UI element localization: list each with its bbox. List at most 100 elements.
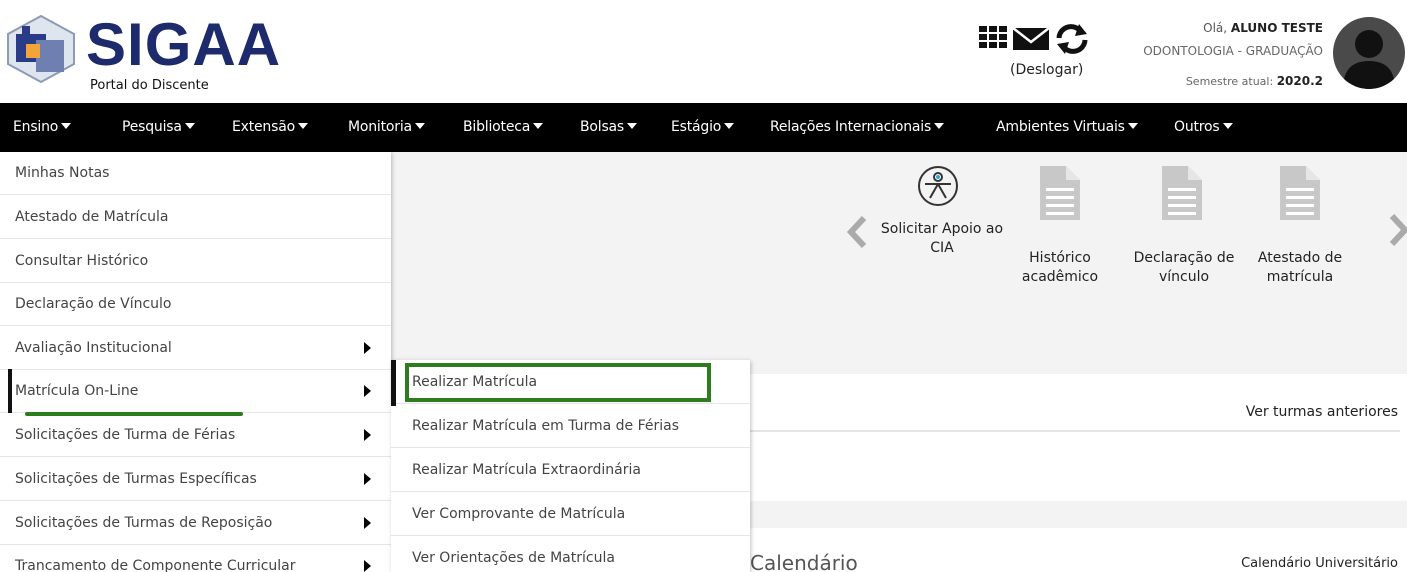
nav-ensino[interactable]: Ensino — [13, 103, 72, 152]
caret-down-icon — [533, 123, 544, 129]
menu-item-label: Solicitações de Turma de Férias — [15, 427, 236, 443]
caret-down-icon — [1222, 123, 1233, 129]
submenu-arrow-icon — [364, 560, 371, 572]
submenu-arrow-icon — [364, 473, 371, 485]
submenu-arrow-icon — [364, 342, 371, 354]
submenu-item-label: Ver Comprovante de Matrícula — [412, 506, 626, 522]
menu-item-consultar-historico[interactable]: Consultar Histórico — [0, 240, 391, 283]
nav-label: Relações Internacionais — [770, 119, 932, 135]
menu-item-turmas-reposicao[interactable]: Solicitações de Turmas de Reposição — [0, 502, 391, 545]
active-indicator — [391, 360, 396, 406]
user-silhouette-icon — [1343, 30, 1395, 89]
caret-down-icon — [297, 123, 308, 129]
annotation-underline — [25, 412, 243, 416]
nav-estagio[interactable]: Estágio — [671, 103, 735, 152]
submenu-item-label: Realizar Matrícula em Turma de Férias — [412, 418, 680, 434]
menu-item-label: Solicitações de Turmas de Reposição — [15, 515, 273, 531]
top-nav: Ensino Pesquisa Extensão Monitoria Bibli… — [0, 103, 1407, 152]
header-icons — [979, 24, 1088, 54]
nav-biblioteca[interactable]: Biblioteca — [463, 103, 544, 152]
divider — [750, 430, 1400, 432]
nav-label: Ambientes Virtuais — [996, 119, 1125, 135]
nav-pesquisa[interactable]: Pesquisa — [122, 103, 195, 152]
submenu-item-label: Ver Orientações de Matrícula — [412, 550, 615, 566]
nav-ambientes-virtuais[interactable]: Ambientes Virtuais — [996, 103, 1138, 152]
user-greeting: Olá, ALUNO TESTE — [1203, 21, 1323, 35]
menu-item-label: Avaliação Institucional — [15, 340, 172, 356]
menu-item-turmas-especificas[interactable]: Solicitações de Turmas Específicas — [0, 458, 391, 501]
logo-subtitle: Portal do Discente — [90, 78, 209, 93]
semester-value: 2020.2 — [1276, 74, 1323, 88]
chevron-right-icon[interactable] — [1388, 212, 1407, 248]
menu-item-label: Atestado de Matrícula — [15, 209, 169, 225]
avatar[interactable] — [1333, 17, 1405, 89]
app-root: SIGAA Portal do Discente (Deslogar) Olá,… — [0, 0, 1407, 572]
menu-item-trancamento[interactable]: Trancamento de Componente Curricular — [0, 545, 391, 572]
submenu-matricula-turma-ferias[interactable]: Realizar Matrícula em Turma de Férias — [391, 404, 750, 448]
quick-atestado-matricula[interactable]: Atestado de matrícula — [1250, 249, 1350, 287]
caret-down-icon — [724, 123, 735, 129]
nav-label: Ensino — [13, 119, 59, 135]
caret-down-icon — [61, 123, 72, 129]
menu-item-label: Declaração de Vínculo — [15, 296, 172, 312]
submenu-arrow-icon — [364, 517, 371, 529]
header: SIGAA Portal do Discente (Deslogar) Olá,… — [0, 0, 1407, 103]
caret-down-icon — [414, 123, 425, 129]
calendario-universitario-link[interactable]: Calendário Universitário — [1241, 556, 1398, 571]
submenu-arrow-icon — [364, 429, 371, 441]
grid-icon[interactable] — [979, 26, 1007, 48]
menu-item-label: Minhas Notas — [15, 165, 110, 181]
ver-turmas-anteriores-link[interactable]: Ver turmas anteriores — [1246, 404, 1398, 420]
nav-monitoria[interactable]: Monitoria — [348, 103, 425, 152]
menu-item-minhas-notas[interactable]: Minhas Notas — [0, 152, 391, 195]
menu-item-label: Consultar Histórico — [15, 253, 149, 269]
menu-item-turma-ferias[interactable]: Solicitações de Turma de Férias — [0, 414, 391, 457]
submenu-item-label: Realizar Matrícula Extraordinária — [412, 462, 641, 478]
nav-bolsas[interactable]: Bolsas — [580, 103, 638, 152]
caret-down-icon — [627, 123, 638, 129]
nav-label: Pesquisa — [122, 119, 182, 135]
sigaa-logo-icon — [7, 14, 75, 84]
submenu-arrow-icon — [364, 385, 371, 397]
user-course: ODONTOLOGIA - GRADUAÇÃO — [1143, 44, 1323, 58]
nav-label: Extensão — [232, 119, 295, 135]
nav-extensao[interactable]: Extensão — [232, 103, 308, 152]
quick-solicitar-apoio[interactable]: Solicitar Apoio ao CIA — [880, 220, 1004, 258]
caret-down-icon — [184, 123, 195, 129]
logo-title: SIGAA — [86, 11, 282, 78]
document-icon — [1162, 166, 1202, 220]
nav-label: Biblioteca — [463, 119, 531, 135]
chevron-left-icon[interactable] — [846, 214, 868, 250]
user-name: ALUNO TESTE — [1230, 21, 1323, 35]
caret-down-icon — [1127, 123, 1138, 129]
submenu-matricula-extraordinaria[interactable]: Realizar Matrícula Extraordinária — [391, 448, 750, 492]
logout-link[interactable]: (Deslogar) — [1010, 62, 1083, 78]
active-indicator — [8, 369, 12, 413]
nav-outros[interactable]: Outros — [1174, 103, 1233, 152]
menu-item-avaliacao-institucional[interactable]: Avaliação Institucional — [0, 327, 391, 370]
nav-label: Bolsas — [580, 119, 625, 135]
annotation-highlight-box — [405, 363, 711, 402]
menu-item-label: Trancamento de Componente Curricular — [15, 558, 296, 572]
menu-item-declaracao-vinculo[interactable]: Declaração de Vínculo — [0, 283, 391, 326]
document-icon — [1040, 166, 1080, 220]
quick-historico-academico[interactable]: Histórico acadêmico — [1010, 249, 1110, 287]
semester-prefix: Semestre atual: — [1185, 75, 1277, 88]
greeting-prefix: Olá, — [1203, 21, 1231, 35]
menu-item-atestado-matricula[interactable]: Atestado de Matrícula — [0, 196, 391, 239]
quick-declaracao-vinculo[interactable]: Declaração de vínculo — [1126, 249, 1242, 287]
mail-icon[interactable] — [1012, 27, 1050, 50]
menu-item-label: Solicitações de Turmas Específicas — [15, 471, 257, 487]
nav-relacoes-internacionais[interactable]: Relações Internacionais — [770, 103, 945, 152]
turmas-panel — [750, 374, 1407, 501]
nav-label: Outros — [1174, 119, 1220, 135]
menu-item-label: Matrícula On-Line — [15, 383, 139, 399]
nav-label: Monitoria — [348, 119, 412, 135]
caret-down-icon — [934, 123, 945, 129]
submenu-ver-comprovante[interactable]: Ver Comprovante de Matrícula — [391, 492, 750, 536]
calendar-title: Calendário — [750, 551, 858, 572]
refresh-icon[interactable] — [1056, 24, 1088, 54]
document-icon — [1280, 166, 1320, 220]
submenu-ver-orientacoes[interactable]: Ver Orientações de Matrícula — [391, 536, 750, 572]
menu-item-matricula-online[interactable]: Matrícula On-Line — [0, 370, 391, 413]
